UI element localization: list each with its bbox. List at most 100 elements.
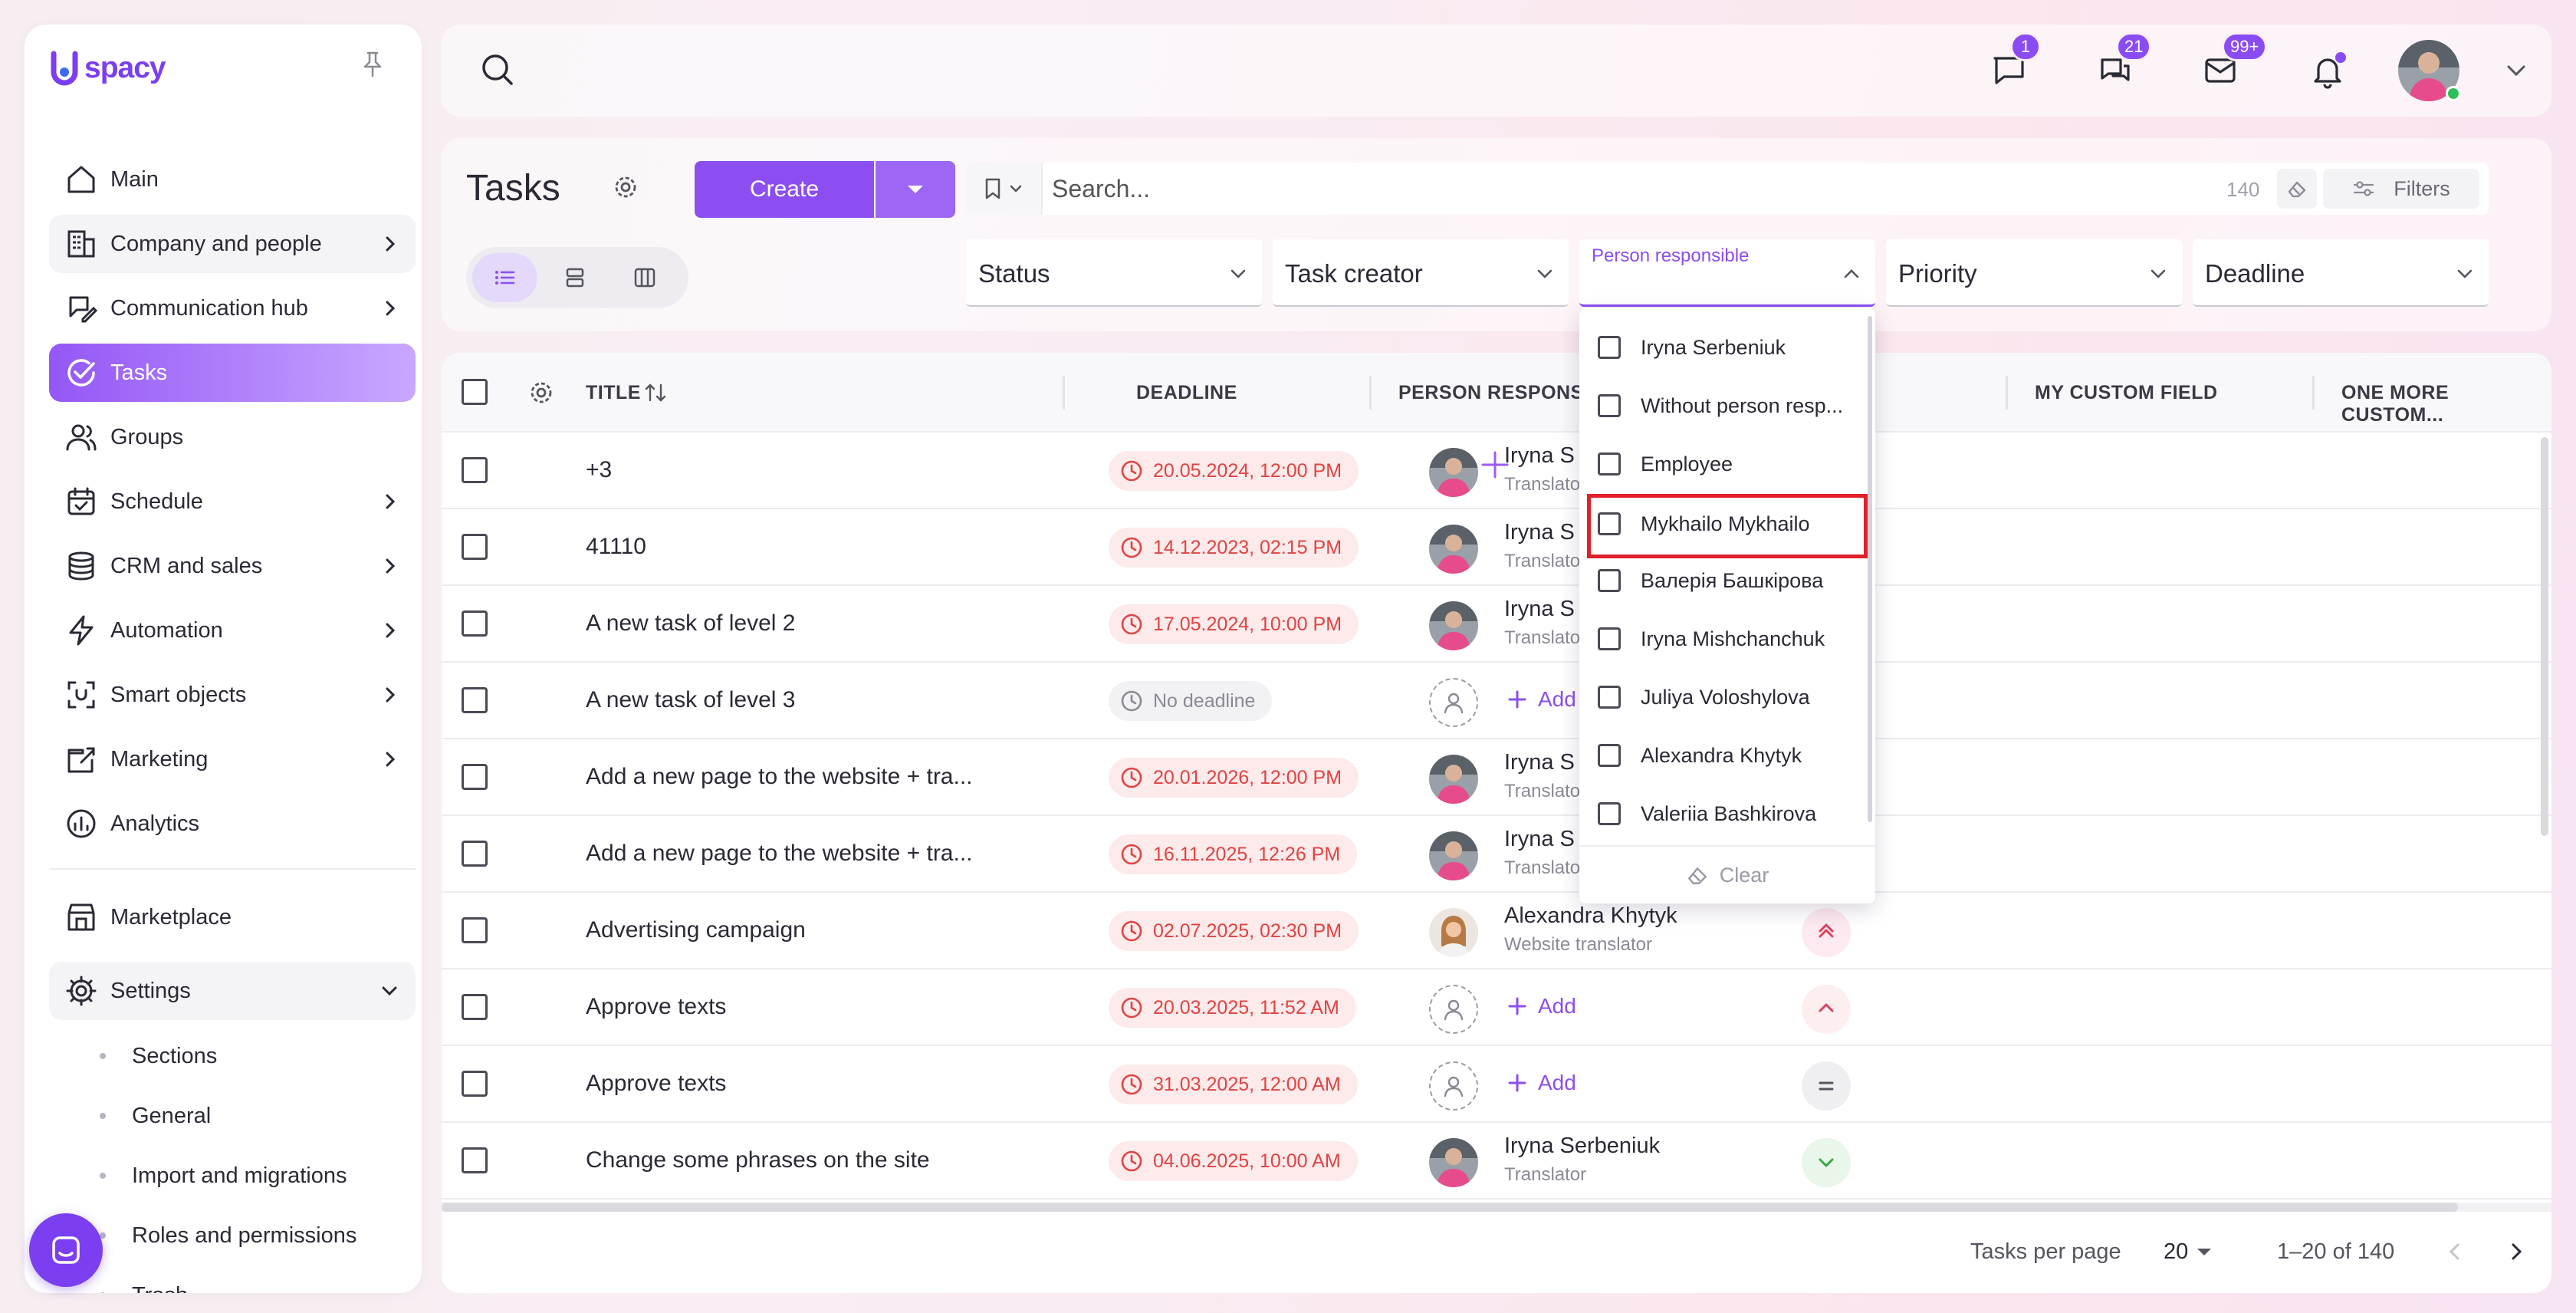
saved-filters-button[interactable] bbox=[966, 163, 1043, 215]
person-responsible-filter[interactable]: Person responsible bbox=[1579, 239, 1875, 307]
row-checkbox[interactable] bbox=[462, 764, 488, 790]
dropdown-clear-button[interactable]: Clear bbox=[1579, 845, 1875, 903]
dropdown-option[interactable]: Valeriia Bashkirova bbox=[1579, 785, 1875, 844]
kanban-view-button[interactable] bbox=[613, 253, 678, 302]
dropdown-option[interactable]: Iryna Serbeniuk bbox=[1579, 319, 1875, 377]
avatar[interactable] bbox=[1429, 908, 1478, 957]
sidebar-item-communication[interactable]: Communication hub bbox=[49, 279, 416, 337]
priority-normal-icon[interactable] bbox=[1802, 1061, 1851, 1111]
avatar[interactable] bbox=[1429, 1138, 1478, 1187]
deadline-chip[interactable]: 31.03.2025, 12:00 AM bbox=[1109, 1065, 1358, 1104]
notifications-button[interactable] bbox=[2306, 49, 2349, 92]
table-row[interactable]: Add a new page to the website + tra... 20… bbox=[442, 739, 2551, 816]
sidebar-item-crm[interactable]: CRM and sales bbox=[49, 537, 416, 595]
column-resizer[interactable] bbox=[1369, 376, 1372, 410]
row-checkbox[interactable] bbox=[462, 457, 488, 483]
settings-sub-import[interactable]: Import and migrations bbox=[49, 1146, 416, 1206]
next-page-button[interactable] bbox=[2499, 1235, 2533, 1269]
table-row[interactable]: Change some phrases on the site 04.06.202… bbox=[442, 1123, 2551, 1199]
prev-page-button[interactable] bbox=[2438, 1235, 2472, 1269]
column-resizer[interactable] bbox=[2312, 376, 2315, 410]
task-title[interactable]: Approve texts bbox=[586, 1071, 726, 1097]
create-button[interactable]: Create bbox=[695, 161, 874, 218]
row-checkbox[interactable] bbox=[462, 994, 488, 1020]
global-search-icon[interactable] bbox=[478, 51, 518, 90]
task-creator-filter[interactable]: Task creator bbox=[1273, 239, 1569, 307]
dropdown-option[interactable]: Iryna Mishchanchuk bbox=[1579, 610, 1875, 669]
task-title[interactable]: +3 bbox=[586, 457, 612, 483]
mail-button[interactable]: 99+ bbox=[2199, 32, 2268, 92]
task-title[interactable]: 41110 bbox=[586, 534, 646, 560]
sidebar-item-analytics[interactable]: Analytics bbox=[49, 795, 416, 853]
settings-sub-trash[interactable]: Trash bbox=[49, 1265, 416, 1293]
dropdown-option[interactable]: Without person resp... bbox=[1579, 377, 1875, 436]
sidebar-item-groups[interactable]: Groups bbox=[49, 408, 416, 466]
table-row[interactable]: A new task of level 2 17.05.2024, 10:00 P… bbox=[442, 586, 2551, 663]
row-checkbox[interactable] bbox=[462, 1071, 488, 1097]
cards-view-button[interactable] bbox=[542, 253, 607, 302]
row-checkbox[interactable] bbox=[462, 841, 488, 867]
scrollbar-thumb[interactable] bbox=[442, 1203, 2458, 1212]
option-checkbox[interactable] bbox=[1598, 627, 1621, 650]
plus-icon[interactable] bbox=[1480, 449, 1510, 480]
responsible-name[interactable]: Iryna S bbox=[1504, 750, 1575, 775]
add-responsible-button[interactable]: Add bbox=[1507, 994, 1576, 1018]
deadline-chip[interactable]: No deadline bbox=[1109, 681, 1273, 721]
avatar[interactable] bbox=[1429, 831, 1478, 880]
sidebar-item-tasks[interactable]: Tasks bbox=[49, 344, 416, 402]
table-row[interactable]: Approve texts 20.03.2025, 11:52 AM Add bbox=[442, 969, 2551, 1046]
row-checkbox[interactable] bbox=[462, 1147, 488, 1173]
deadline-chip[interactable]: 20.01.2026, 12:00 PM bbox=[1109, 758, 1359, 798]
sidebar-item-marketing[interactable]: Marketing bbox=[49, 730, 416, 788]
row-checkbox[interactable] bbox=[462, 534, 488, 560]
settings-sub-general[interactable]: General bbox=[49, 1086, 416, 1146]
deadline-chip[interactable]: 02.07.2025, 02:30 PM bbox=[1109, 911, 1359, 951]
task-title[interactable]: Add a new page to the website + tra... bbox=[586, 764, 973, 790]
task-title[interactable]: A new task of level 2 bbox=[586, 610, 796, 637]
horizontal-scrollbar[interactable] bbox=[442, 1203, 2551, 1212]
responsible-name[interactable]: Iryna S bbox=[1504, 597, 1575, 622]
sidebar-item-settings[interactable]: Settings bbox=[49, 962, 416, 1020]
sidebar-item-automation[interactable]: Automation bbox=[49, 601, 416, 660]
gear-icon[interactable] bbox=[610, 172, 641, 202]
column-my-custom-field[interactable]: MY CUSTOM FIELD bbox=[2035, 382, 2218, 404]
row-checkbox[interactable] bbox=[462, 687, 488, 713]
sidebar-item-schedule[interactable]: Schedule bbox=[49, 472, 416, 531]
table-row[interactable]: 41110 14.12.2023, 02:15 PM Iryna S Translat… bbox=[442, 509, 2551, 586]
create-dropdown-button[interactable] bbox=[876, 161, 955, 218]
option-checkbox[interactable] bbox=[1598, 686, 1621, 709]
task-title[interactable]: Add a new page to the website + tra... bbox=[586, 841, 973, 867]
sidebar-item-main[interactable]: Main bbox=[49, 150, 416, 209]
table-row[interactable]: Add a new page to the website + tra... 16… bbox=[442, 816, 2551, 893]
column-resizer[interactable] bbox=[2006, 376, 2008, 410]
settings-sub-sections[interactable]: Sections bbox=[49, 1026, 416, 1086]
column-deadline[interactable]: DEADLINE bbox=[1136, 382, 1237, 404]
add-responsible-button[interactable]: Add bbox=[1507, 687, 1576, 712]
avatar[interactable] bbox=[1429, 601, 1478, 650]
avatar[interactable] bbox=[1429, 525, 1478, 574]
eraser-icon[interactable] bbox=[2277, 169, 2317, 209]
row-checkbox[interactable] bbox=[462, 917, 488, 943]
option-checkbox[interactable] bbox=[1598, 336, 1621, 359]
chat-button[interactable]: 1 bbox=[1987, 32, 2041, 92]
row-checkbox[interactable] bbox=[462, 610, 488, 637]
logo[interactable]: spacy bbox=[49, 49, 166, 87]
option-checkbox[interactable] bbox=[1598, 452, 1621, 476]
table-row[interactable]: Approve texts 31.03.2025, 12:00 AM Add bbox=[442, 1046, 2551, 1123]
sort-asc-icon[interactable] bbox=[644, 382, 667, 403]
dropdown-option-highlighted[interactable]: Mykhailo Mykhailo bbox=[1587, 494, 1868, 558]
column-settings-gear-icon[interactable] bbox=[526, 377, 557, 408]
support-chat-button[interactable] bbox=[29, 1213, 103, 1287]
settings-sub-roles[interactable]: Roles and permissions bbox=[49, 1206, 416, 1265]
option-checkbox[interactable] bbox=[1598, 744, 1621, 767]
responsible-name[interactable]: Iryna S bbox=[1504, 827, 1575, 852]
dropdown-option[interactable]: Валерія Башкірова bbox=[1579, 552, 1875, 610]
responsible-name[interactable]: Iryna Serbeniuk bbox=[1504, 1134, 1660, 1159]
messages-button[interactable]: 21 bbox=[2093, 32, 2152, 92]
filters-button[interactable]: Filters bbox=[2323, 169, 2479, 209]
deadline-chip[interactable]: 20.05.2024, 12:00 PM bbox=[1109, 451, 1359, 491]
responsible-name[interactable]: Alexandra Khytyk bbox=[1504, 903, 1677, 929]
deadline-chip[interactable]: 04.06.2025, 10:00 AM bbox=[1109, 1141, 1358, 1181]
table-row[interactable]: Advertising campaign 02.07.2025, 02:30 PM… bbox=[442, 893, 2551, 969]
dropdown-option[interactable]: Employee bbox=[1579, 436, 1875, 494]
